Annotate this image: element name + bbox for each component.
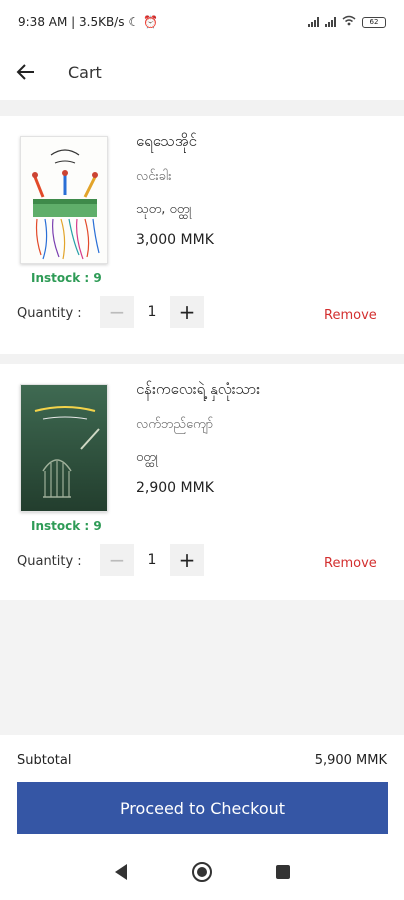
book-info: ရေသေအိုင် လင်းခါး သုတ, ဝတ္ထု 3,000 MMK bbox=[136, 132, 214, 248]
quantity-label: Quantity : bbox=[17, 554, 82, 569]
cart-empty-space bbox=[0, 600, 404, 735]
quantity-value: 1 bbox=[134, 544, 170, 576]
nav-recents-icon[interactable] bbox=[275, 864, 291, 884]
status-bar: 9:38 AM | 3.5KB/s ☾ ⏰ 62 bbox=[0, 0, 404, 44]
book-price: 2,900 MMK bbox=[136, 480, 214, 496]
nav-home-icon[interactable] bbox=[191, 861, 213, 887]
instock-label: Instock : 9 bbox=[31, 271, 102, 285]
instock-label: Instock : 9 bbox=[31, 519, 102, 533]
battery-icon: 62 bbox=[362, 16, 386, 28]
status-time: 9:38 AM | 3.5KB/s bbox=[18, 15, 125, 29]
subtotal-row: Subtotal 5,900 MMK bbox=[0, 745, 404, 775]
decrease-quantity-button[interactable]: − bbox=[100, 296, 134, 328]
book-author: လင်းခါး bbox=[136, 169, 172, 184]
back-button[interactable] bbox=[0, 44, 52, 100]
nav-back-icon[interactable] bbox=[113, 863, 129, 885]
quantity-stepper: − 1 + bbox=[100, 296, 204, 328]
book-title[interactable]: ငန်းကလေးရဲ့ နှလုံးသား bbox=[136, 380, 260, 402]
remove-button[interactable]: Remove bbox=[324, 308, 377, 323]
alarm-icon: ⏰ bbox=[143, 15, 159, 29]
book-publisher: သုတ, ဝတ္ထု bbox=[136, 202, 192, 217]
cart-item: Instock : 9 ရေသေအိုင် လင်းခါး သုတ, ဝတ္ထု… bbox=[0, 116, 404, 340]
book-author: လက်ဘည်ကျော် bbox=[136, 417, 214, 432]
subtotal-label: Subtotal bbox=[17, 752, 72, 768]
book-cover-image[interactable] bbox=[20, 384, 108, 512]
moon-icon: ☾ bbox=[128, 15, 140, 29]
book-title[interactable]: ရေသေအိုင် bbox=[136, 132, 214, 154]
page-title: Cart bbox=[68, 62, 102, 82]
increase-quantity-button[interactable]: + bbox=[170, 544, 204, 576]
signal-icon-2 bbox=[325, 17, 336, 27]
remove-button[interactable]: Remove bbox=[324, 556, 377, 571]
app-bar: Cart bbox=[0, 44, 404, 100]
section-divider bbox=[0, 100, 404, 116]
decrease-quantity-button[interactable]: − bbox=[100, 544, 134, 576]
quantity-value: 1 bbox=[134, 296, 170, 328]
book-info: ငန်းကလေးရဲ့ နှလုံးသား လက်ဘည်ကျော် ဝတ္ထု … bbox=[136, 380, 260, 496]
signal-icon bbox=[308, 17, 319, 27]
book-price: 3,000 MMK bbox=[136, 232, 214, 248]
wifi-icon bbox=[342, 15, 356, 29]
system-nav-bar bbox=[0, 848, 404, 900]
quantity-label: Quantity : bbox=[17, 306, 82, 321]
increase-quantity-button[interactable]: + bbox=[170, 296, 204, 328]
quantity-stepper: − 1 + bbox=[100, 544, 204, 576]
cart-item: Instock : 9 ငန်းကလေးရဲ့ နှလုံးသား လက်ဘည်… bbox=[0, 364, 404, 588]
subtotal-value: 5,900 MMK bbox=[314, 752, 387, 768]
proceed-to-checkout-button[interactable]: Proceed to Checkout bbox=[17, 782, 388, 834]
book-cover-image[interactable] bbox=[20, 136, 108, 264]
arrow-left-icon bbox=[16, 64, 34, 80]
book-publisher: ဝတ္ထု bbox=[136, 450, 158, 465]
